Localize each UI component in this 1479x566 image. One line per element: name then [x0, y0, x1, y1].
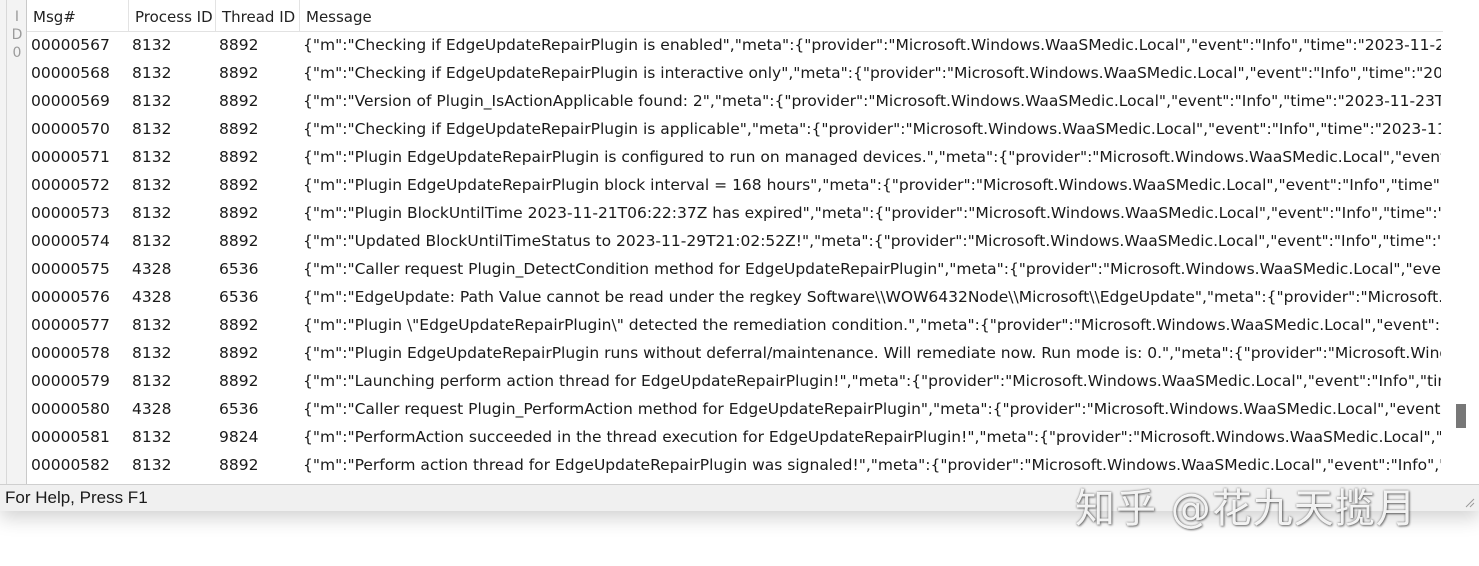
message-cell: {"m":"Checking if EdgeUpdateRepairPlugin…	[303, 120, 1441, 138]
table-header: Msg# Process ID Thread ID Message	[27, 0, 1443, 32]
thread-id-cell: 8892	[219, 120, 259, 138]
left-strip: I D 0	[0, 0, 27, 484]
msg-number-cell: 00000580	[31, 400, 110, 418]
message-cell: {"m":"Caller request Plugin_PerformActio…	[303, 400, 1441, 418]
thread-id-cell: 8892	[219, 148, 259, 166]
thread-id-cell: 8892	[219, 204, 259, 222]
message-cell: {"m":"Plugin EdgeUpdateRepairPlugin is c…	[303, 148, 1441, 166]
msg-number-cell: 00000568	[31, 64, 110, 82]
msg-number-cell: 00000571	[31, 148, 110, 166]
msg-number-cell: 00000573	[31, 204, 110, 222]
table-row[interactable]: 00000572 8132 8892 {"m":"Plugin EdgeUpdateR…	[27, 171, 1443, 199]
column-header-msg[interactable]: Msg#	[27, 0, 129, 31]
table-row[interactable]: 00000569 8132 8892 {"m":"Version of Plugin_…	[27, 87, 1443, 115]
msg-number-cell: 00000578	[31, 344, 110, 362]
thread-id-cell: 8892	[219, 36, 259, 54]
process-id-cell: 8132	[132, 232, 172, 250]
process-id-cell: 4328	[132, 400, 172, 418]
process-id-cell: 4328	[132, 288, 172, 306]
process-id-cell: 8132	[132, 316, 172, 334]
message-cell: {"m":"Checking if EdgeUpdateRepairPlugin…	[303, 36, 1441, 54]
log-table: Msg# Process ID Thread ID Message 000005…	[27, 0, 1443, 484]
thread-id-cell: 8892	[219, 232, 259, 250]
process-id-cell: 8132	[132, 428, 172, 446]
msg-number-cell: 00000582	[31, 456, 110, 474]
table-row[interactable]: 00000574 8132 8892 {"m":"Updated BlockUntil…	[27, 227, 1443, 255]
process-id-cell: 8132	[132, 120, 172, 138]
message-cell: {"m":"PerformAction succeeded in the thr…	[303, 428, 1441, 446]
process-id-cell: 8132	[132, 92, 172, 110]
table-row[interactable]: 00000582 8132 8892 {"m":"Perform action thr…	[27, 451, 1443, 479]
table-row[interactable]: 00000581 8132 9824 {"m":"PerformAction succ…	[27, 423, 1443, 451]
table-row[interactable]: 00000571 8132 8892 {"m":"Plugin EdgeUpdateR…	[27, 143, 1443, 171]
watermark-text: 知乎 @花九天揽月	[1075, 486, 1417, 532]
column-header-thread-id[interactable]: Thread ID	[216, 0, 300, 31]
process-id-cell: 8132	[132, 456, 172, 474]
log-viewer-window: I D 0 Msg# Process ID Thread ID Message …	[0, 0, 1479, 511]
message-cell: {"m":"EdgeUpdate: Path Value cannot be r…	[303, 288, 1441, 306]
message-cell: {"m":"Plugin \"EdgeUpdateRepairPlugin\" …	[303, 316, 1441, 334]
message-cell: {"m":"Launching perform action thread fo…	[303, 372, 1441, 390]
thread-id-cell: 9824	[219, 428, 259, 446]
thread-id-cell: 8892	[219, 372, 259, 390]
process-id-cell: 8132	[132, 36, 172, 54]
table-row[interactable]: 00000568 8132 8892 {"m":"Checking if EdgeUp…	[27, 59, 1443, 87]
process-id-cell: 8132	[132, 148, 172, 166]
msg-number-cell: 00000577	[31, 316, 110, 334]
msg-number-cell: 00000576	[31, 288, 110, 306]
resize-grip-icon[interactable]	[1463, 496, 1475, 508]
msg-number-cell: 00000570	[31, 120, 110, 138]
msg-number-cell: 00000574	[31, 232, 110, 250]
thread-id-cell: 6536	[219, 400, 259, 418]
msg-number-cell: 00000572	[31, 176, 110, 194]
table-row[interactable]: 00000570 8132 8892 {"m":"Checking if EdgeUp…	[27, 115, 1443, 143]
column-header-message[interactable]: Message	[300, 0, 1443, 31]
msg-number-cell: 00000567	[31, 36, 110, 54]
table-row[interactable]: 00000578 8132 8892 {"m":"Plugin EdgeUpdateR…	[27, 339, 1443, 367]
table-row[interactable]: 00000567 8132 8892 {"m":"Checking if EdgeUp…	[27, 31, 1443, 59]
process-id-cell: 8132	[132, 344, 172, 362]
table-row[interactable]: 00000576 4328 6536 {"m":"EdgeUpdate: Path V…	[27, 283, 1443, 311]
thread-id-cell: 6536	[219, 260, 259, 278]
process-id-cell: 8132	[132, 64, 172, 82]
table-row[interactable]: 00000579 8132 8892 {"m":"Launching perform …	[27, 367, 1443, 395]
thread-id-cell: 8892	[219, 316, 259, 334]
table-row[interactable]: 00000575 4328 6536 {"m":"Caller request Plu…	[27, 255, 1443, 283]
id-column-label: I D 0	[11, 9, 23, 61]
message-cell: {"m":"Plugin BlockUntilTime 2023-11-21T0…	[303, 204, 1441, 222]
process-id-cell: 8132	[132, 176, 172, 194]
message-cell: {"m":"Checking if EdgeUpdateRepairPlugin…	[303, 64, 1441, 82]
status-text: For Help, Press F1	[5, 488, 148, 507]
table-row[interactable]: 00000580 4328 6536 {"m":"Caller request Plu…	[27, 395, 1443, 423]
table-row[interactable]: 00000577 8132 8892 {"m":"Plugin \"EdgeUpdat…	[27, 311, 1443, 339]
message-cell: {"m":"Plugin EdgeUpdateRepairPlugin bloc…	[303, 176, 1441, 194]
thread-id-cell: 8892	[219, 92, 259, 110]
message-cell: {"m":"Plugin EdgeUpdateRepairPlugin runs…	[303, 344, 1441, 362]
thread-id-cell: 8892	[219, 456, 259, 474]
message-cell: {"m":"Version of Plugin_IsActionApplicab…	[303, 92, 1441, 110]
table-row[interactable]: 00000573 8132 8892 {"m":"Plugin BlockUntilT…	[27, 199, 1443, 227]
thread-id-cell: 6536	[219, 288, 259, 306]
process-id-cell: 8132	[132, 204, 172, 222]
scrollbar-thumb[interactable]	[1456, 404, 1466, 428]
vertical-scrollbar[interactable]	[1444, 0, 1479, 484]
thread-id-cell: 8892	[219, 176, 259, 194]
process-id-cell: 4328	[132, 260, 172, 278]
thread-id-cell: 8892	[219, 64, 259, 82]
msg-number-cell: 00000581	[31, 428, 110, 446]
thread-id-cell: 8892	[219, 344, 259, 362]
message-cell: {"m":"Caller request Plugin_DetectCondit…	[303, 260, 1441, 278]
msg-number-cell: 00000575	[31, 260, 110, 278]
left-strip-divider	[6, 0, 7, 484]
column-header-process-id[interactable]: Process ID	[129, 0, 216, 31]
message-cell: {"m":"Updated BlockUntilTimeStatus to 20…	[303, 232, 1441, 250]
msg-number-cell: 00000579	[31, 372, 110, 390]
process-id-cell: 8132	[132, 372, 172, 390]
message-cell: {"m":"Perform action thread for EdgeUpda…	[303, 456, 1441, 474]
msg-number-cell: 00000569	[31, 92, 110, 110]
